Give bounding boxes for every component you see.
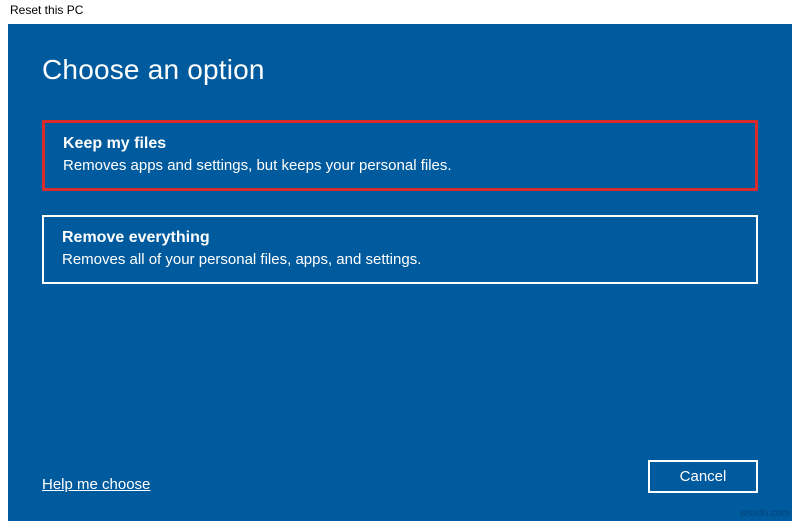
reset-panel: Choose an option Keep my files Removes a… — [8, 24, 792, 521]
cancel-button[interactable]: Cancel — [648, 460, 758, 493]
window-title: Reset this PC — [10, 3, 83, 17]
option-title: Keep my files — [63, 135, 737, 153]
option-remove-everything[interactable]: Remove everything Removes all of your pe… — [42, 215, 758, 284]
help-me-choose-link[interactable]: Help me choose — [42, 476, 150, 493]
options-list: Keep my files Removes apps and settings,… — [42, 120, 758, 308]
dialog-footer: Help me choose Cancel — [42, 460, 758, 497]
page-title: Choose an option — [42, 54, 758, 86]
option-keep-my-files[interactable]: Keep my files Removes apps and settings,… — [42, 120, 758, 191]
option-description: Removes all of your personal files, apps… — [62, 251, 738, 268]
option-title: Remove everything — [62, 229, 738, 247]
window-titlebar: Reset this PC — [0, 0, 800, 24]
option-description: Removes apps and settings, but keeps you… — [63, 157, 737, 174]
